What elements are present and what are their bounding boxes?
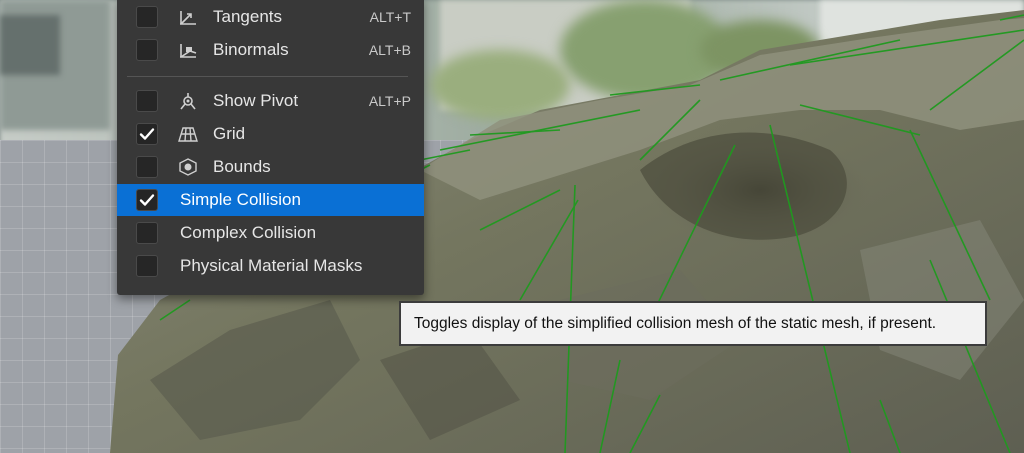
- menu-item-binormals[interactable]: Binormals ALT+B: [117, 34, 424, 66]
- checkbox[interactable]: [136, 39, 158, 61]
- menu-item-label: Simple Collision: [180, 190, 301, 209]
- menu-item-show-pivot[interactable]: Show Pivot ALT+P: [117, 85, 424, 117]
- shortcut-label: ALT+B: [368, 42, 411, 58]
- tooltip: Toggles display of the simplified collis…: [399, 301, 987, 346]
- grid-icon: [178, 127, 198, 142]
- menu-item-bounds[interactable]: Bounds: [117, 151, 424, 183]
- menu-item-label: Bounds: [213, 157, 271, 176]
- binormals-icon: [180, 44, 197, 58]
- menu-item-simple-collision[interactable]: Simple Collision: [117, 184, 424, 216]
- checkmark-icon: [139, 128, 155, 140]
- checkmark-icon: [139, 194, 155, 206]
- bounds-icon: [179, 158, 197, 176]
- tangents-icon: [180, 11, 196, 25]
- menu-item-label: Tangents: [213, 7, 282, 26]
- checkbox[interactable]: [136, 6, 158, 28]
- shortcut-label: ALT+T: [369, 9, 411, 25]
- menu-item-label: Binormals: [213, 40, 289, 59]
- shortcut-label: ALT+P: [368, 93, 411, 109]
- show-flags-menu: Tangents ALT+T Binormals ALT+B Show Pivo…: [117, 0, 424, 295]
- checkbox[interactable]: [136, 90, 158, 112]
- checkbox[interactable]: [136, 189, 158, 211]
- menu-item-grid[interactable]: Grid: [117, 118, 424, 150]
- tooltip-text: Toggles display of the simplified collis…: [414, 314, 937, 332]
- menu-item-label: Complex Collision: [180, 223, 317, 242]
- checkbox[interactable]: [136, 222, 158, 244]
- checkbox[interactable]: [136, 255, 158, 277]
- menu-item-label: Physical Material Masks: [180, 256, 363, 275]
- menu-separator: [127, 76, 408, 77]
- menu-item-label: Grid: [213, 124, 246, 143]
- menu-item-physical-material-masks[interactable]: Physical Material Masks: [117, 250, 424, 282]
- checkbox[interactable]: [136, 156, 158, 178]
- menu-item-tangents[interactable]: Tangents ALT+T: [117, 1, 424, 33]
- checkbox[interactable]: [136, 123, 158, 145]
- pivot-icon: [180, 93, 196, 110]
- menu-item-complex-collision[interactable]: Complex Collision: [117, 217, 424, 249]
- menu-item-label: Show Pivot: [213, 91, 299, 110]
